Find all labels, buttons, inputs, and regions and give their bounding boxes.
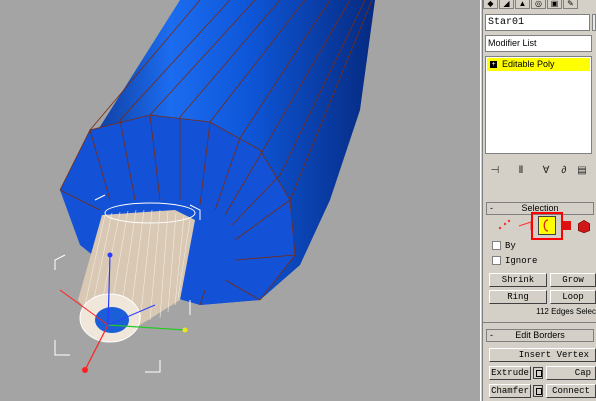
border-level-button[interactable] xyxy=(538,216,556,235)
vertex-icon[interactable] xyxy=(497,218,513,234)
element-icon[interactable] xyxy=(576,218,592,234)
shrink-button[interactable]: Shrink xyxy=(489,273,547,287)
utilities-tab-icon[interactable]: ✎ xyxy=(563,0,578,9)
create-tab-icon[interactable]: ◆ xyxy=(483,0,498,9)
by-vertex-label: By xyxy=(505,241,516,251)
extrude-button[interactable]: Extrude xyxy=(489,366,531,380)
rollout-title: Edit Borders xyxy=(515,330,565,340)
stack-item-editable-poly[interactable]: + Editable Poly xyxy=(487,58,590,71)
insert-vertex-button[interactable]: Insert Vertex xyxy=(489,348,596,362)
make-unique-icon[interactable]: ∀ xyxy=(539,164,553,178)
pin-stack-icon[interactable]: ⊣ xyxy=(488,164,502,178)
motion-tab-icon[interactable]: ◎ xyxy=(531,0,546,9)
stack-item-label: Editable Poly xyxy=(502,59,555,69)
display-tab-icon[interactable]: ▣ xyxy=(547,0,562,9)
configure-sets-icon[interactable]: ▤ xyxy=(575,164,589,178)
ring-button[interactable]: Ring xyxy=(489,290,547,304)
stack-toolbar: ⊣ Ⅱ ∀ ∂ ▤ xyxy=(483,160,596,184)
object-name-field[interactable]: Star01 xyxy=(485,14,590,31)
connect-button[interactable]: Connect xyxy=(546,384,596,398)
border-icon xyxy=(543,219,549,232)
ignore-backfacing-label: Ignore xyxy=(505,256,538,266)
grow-button[interactable]: Grow xyxy=(550,273,596,287)
collapse-icon: - xyxy=(490,203,493,213)
edit-borders-rollout-header[interactable]: - Edit Borders xyxy=(486,329,594,342)
expand-icon[interactable]: + xyxy=(490,61,497,68)
modify-tab-icon[interactable]: ◢ xyxy=(499,0,514,9)
chamfer-button[interactable]: Chamfer xyxy=(489,384,531,398)
remove-modifier-icon[interactable]: ∂ xyxy=(557,164,571,178)
command-panel: ◆ ◢ ▲ ◎ ▣ ✎ Star01 Modifier List + Edita… xyxy=(483,0,596,401)
hierarchy-tab-icon[interactable]: ▲ xyxy=(515,0,530,9)
by-vertex-checkbox[interactable] xyxy=(492,241,501,250)
ignore-backfacing-checkbox[interactable] xyxy=(492,256,501,265)
chamfer-settings-button[interactable] xyxy=(533,385,543,397)
perspective-viewport[interactable] xyxy=(0,0,480,401)
object-color-swatch[interactable] xyxy=(592,14,596,31)
collapse-icon: - xyxy=(490,330,493,340)
loop-button[interactable]: Loop xyxy=(550,290,596,304)
modifier-list-dropdown[interactable]: Modifier List xyxy=(485,35,592,52)
viewport-scene xyxy=(54,0,375,373)
show-end-result-icon[interactable]: Ⅱ xyxy=(514,164,528,178)
extrude-settings-button[interactable] xyxy=(533,367,543,379)
cap-button[interactable]: Cap xyxy=(546,366,596,380)
rollout-divider xyxy=(483,322,596,323)
polygon-icon[interactable] xyxy=(562,221,571,230)
selection-status: 112 Edges Selec xyxy=(536,307,596,316)
ring-hole xyxy=(95,307,129,333)
modifier-stack[interactable]: + Editable Poly xyxy=(485,56,592,154)
